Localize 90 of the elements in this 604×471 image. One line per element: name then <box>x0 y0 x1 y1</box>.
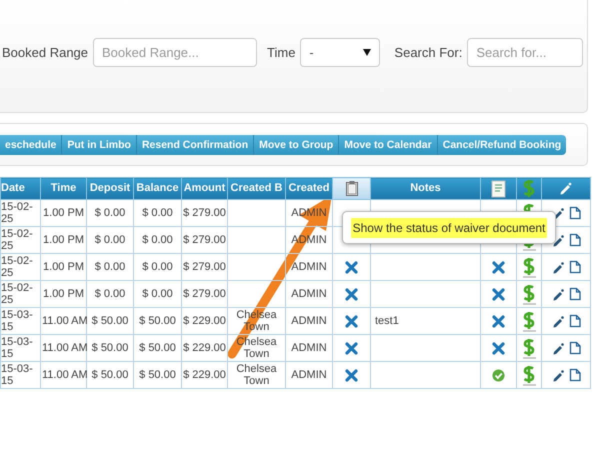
table-cell: 1.00 PM <box>43 288 84 300</box>
text-field[interactable]: Search for... <box>467 38 584 67</box>
table-cell: Chelsea Town <box>236 363 277 387</box>
table-cell: test1 <box>375 315 399 327</box>
date-cell: 15-02-25 <box>1 255 33 279</box>
field-label: Booked Range <box>2 44 88 62</box>
dollar-icon <box>522 364 536 386</box>
document-icon <box>568 206 580 220</box>
table-cell: ADMIN <box>291 288 327 300</box>
column-header[interactable] <box>332 178 370 200</box>
field-label: Time <box>267 44 296 62</box>
table-cell: $ 279.00 <box>183 207 226 219</box>
text-field[interactable]: Booked Range... <box>93 38 258 67</box>
column-header[interactable]: Balance <box>134 178 182 200</box>
dollar-icon <box>522 284 536 304</box>
pencil-icon <box>559 180 573 196</box>
table-cell: $ 0.00 <box>142 288 173 300</box>
column-header[interactable]: Time <box>40 178 86 200</box>
table-cell: $ 50.00 <box>139 369 176 381</box>
pencil-icon <box>552 260 564 274</box>
pencil-icon <box>552 232 564 248</box>
caret-icon <box>363 49 372 56</box>
column-header[interactable]: Notes <box>370 178 480 200</box>
column-header[interactable]: Date <box>0 178 40 200</box>
column-header[interactable] <box>516 178 542 200</box>
table-cell: 1.00 PM <box>43 234 84 246</box>
date-cell: 15-02-25 <box>1 201 33 225</box>
pencil-icon <box>552 340 564 356</box>
table-cell: ADMIN <box>291 261 327 273</box>
table-cell: $ 50.00 <box>92 342 128 354</box>
pencil-icon <box>552 314 564 328</box>
table-cell: $ 50.00 <box>139 315 176 327</box>
table-cell: $ 50.00 <box>92 369 128 381</box>
action-button[interactable]: eschedule <box>0 135 62 155</box>
pencil-icon <box>552 368 564 382</box>
dollar-icon <box>522 338 536 358</box>
date-cell: 15-02-25 <box>1 282 33 306</box>
table-cell: $ 279.00 <box>183 288 226 300</box>
date-cell: 15-03-15 <box>1 309 33 333</box>
dropdown[interactable]: - <box>300 38 380 67</box>
action-button[interactable]: Put in Limbo <box>62 135 137 155</box>
table-cell: 1.00 PM <box>43 261 84 273</box>
document-icon <box>568 341 580 355</box>
table-cell: $ 279.00 <box>183 261 226 273</box>
pencil-icon <box>552 286 564 302</box>
date-cell: 15-02-25 <box>1 228 33 252</box>
table-cell: 11.00 AM <box>42 369 88 381</box>
table-cell: 11.00 AM <box>42 342 88 354</box>
table-cell: 1.00 PM <box>43 207 84 219</box>
column-header[interactable]: Deposit <box>86 178 134 200</box>
table-cell: $ 229.00 <box>183 315 226 327</box>
clipboard-icon <box>344 180 358 197</box>
document-icon <box>568 233 580 247</box>
table-cell: $ 50.00 <box>139 342 176 354</box>
document-icon <box>568 314 580 328</box>
document-icon <box>568 368 580 382</box>
table-cell: $ 0.00 <box>142 261 173 273</box>
table-cell: ADMIN <box>291 315 327 327</box>
action-button[interactable]: Cancel/Refund Booking <box>438 135 566 155</box>
action-button[interactable]: Resend Confirmation <box>136 135 254 155</box>
table-cell: $ 279.00 <box>183 234 226 246</box>
table-cell: 11.00 AM <box>42 315 88 327</box>
table-cell: ADMIN <box>291 342 327 354</box>
table-cell: $ 0.00 <box>142 234 173 246</box>
table-cell: $ 0.00 <box>94 234 126 246</box>
table-cell: $ 0.00 <box>94 261 126 273</box>
dollar-icon <box>522 179 536 198</box>
table-cell: $ 229.00 <box>183 342 226 354</box>
document-icon <box>568 287 580 301</box>
table-cell: $ 0.00 <box>94 288 126 300</box>
action-button[interactable]: Move to Calendar <box>339 135 438 155</box>
table-cell: $ 0.00 <box>94 207 126 219</box>
column-header[interactable]: Amount <box>182 178 228 200</box>
column-header[interactable] <box>480 178 516 200</box>
action-button[interactable]: Move to Group <box>254 135 340 155</box>
table-cell: $ 229.00 <box>183 369 226 381</box>
table-cell: ADMIN <box>291 369 327 381</box>
table-cell: $ 50.00 <box>92 315 128 327</box>
field-label: Search For: <box>394 44 462 62</box>
date-cell: 15-03-15 <box>1 363 33 387</box>
column-header[interactable]: Created B <box>228 178 286 200</box>
date-cell: 15-03-15 <box>1 336 33 360</box>
form-icon <box>491 180 506 198</box>
column-header[interactable] <box>542 178 590 200</box>
dollar-icon <box>522 310 536 332</box>
table-cell: $ 0.00 <box>142 207 173 219</box>
document-icon <box>568 260 580 274</box>
dollar-icon <box>522 256 536 278</box>
column-header[interactable]: Created <box>286 178 332 200</box>
tooltip-text: Show the status of waiver document <box>350 218 548 238</box>
